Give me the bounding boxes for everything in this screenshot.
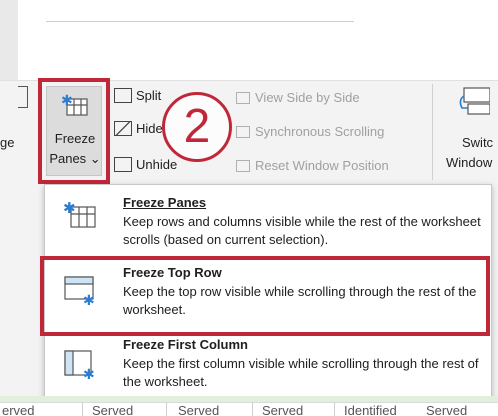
split-label: Split <box>136 88 162 103</box>
svg-text:✱: ✱ <box>83 367 95 379</box>
cell-border <box>166 402 167 416</box>
step-number-badge: 2 <box>162 92 232 162</box>
svg-text:✱: ✱ <box>61 93 73 109</box>
synchronous-scrolling-button[interactable]: Synchronous Scrolling <box>236 124 384 139</box>
cell-text: Served <box>92 403 134 416</box>
switch-windows-icon <box>459 87 490 115</box>
cell-text: Served <box>262 403 304 416</box>
cell-text: erved <box>2 403 35 416</box>
menu-item-description: Keep the first column visible while scro… <box>123 356 479 389</box>
menu-item-freeze-first-column[interactable]: ✱ Freeze First Column Keep the first col… <box>45 335 491 401</box>
reset-window-icon <box>236 159 250 172</box>
sheet-row <box>0 402 498 416</box>
freeze-panes-icon: ✱ <box>63 199 96 228</box>
freeze-panes-label-line1: Freeze <box>54 131 96 146</box>
freeze-panes-button[interactable]: ✱ Freeze Panes ⌄ <box>46 86 102 176</box>
hide-button[interactable]: Hide <box>114 121 163 136</box>
partial-label: ge <box>0 135 15 150</box>
switch-windows-label-line1: Switc <box>462 135 494 150</box>
switch-windows-label-line2: Window <box>446 155 493 170</box>
unhide-button[interactable]: Unhide <box>114 157 177 172</box>
menu-item-title: Freeze Panes <box>123 195 207 210</box>
cell-border <box>252 402 253 416</box>
hide-label: Hide <box>136 121 163 136</box>
hide-icon <box>114 121 132 136</box>
synchronous-scrolling-label: Synchronous Scrolling <box>255 124 385 139</box>
svg-text:✱: ✱ <box>63 199 76 217</box>
cell-text: Served <box>178 403 220 416</box>
menu-item-freeze-panes[interactable]: ✱ Freeze Panes Keep rows and columns vis… <box>45 189 491 255</box>
menu-item-description: Keep rows and columns visible while the … <box>123 214 481 247</box>
cell-text: Served <box>426 403 468 416</box>
cell-border <box>82 402 83 416</box>
split-button[interactable]: Split <box>114 88 161 103</box>
reset-window-position-button[interactable]: Reset Window Position <box>236 158 389 173</box>
side-by-side-icon <box>236 91 250 104</box>
cell-text: Identified <box>344 403 397 416</box>
top-area <box>0 0 498 80</box>
unhide-icon <box>114 157 132 172</box>
formula-bar-line <box>46 4 354 22</box>
partial-icon <box>18 86 28 108</box>
freeze-panes-button-highlight: ✱ Freeze Panes ⌄ <box>38 78 110 184</box>
freeze-top-row-highlight <box>40 256 490 336</box>
split-icon <box>114 88 132 103</box>
unhide-label: Unhide <box>136 157 178 172</box>
view-side-by-side-label: View Side by Side <box>255 90 360 105</box>
freeze-first-column-icon: ✱ <box>64 350 95 379</box>
reset-window-position-label: Reset Window Position <box>255 158 389 173</box>
sync-scroll-icon <box>236 125 250 138</box>
freeze-panes-label-line2: Panes ⌄ <box>49 151 101 166</box>
cell-border <box>334 402 335 416</box>
freeze-panes-icon: ✱ <box>61 93 88 116</box>
spreadsheet-area <box>18 0 498 80</box>
group-separator <box>432 84 433 180</box>
view-side-by-side-button[interactable]: View Side by Side <box>236 90 360 105</box>
menu-item-title: Freeze First Column <box>123 337 248 352</box>
